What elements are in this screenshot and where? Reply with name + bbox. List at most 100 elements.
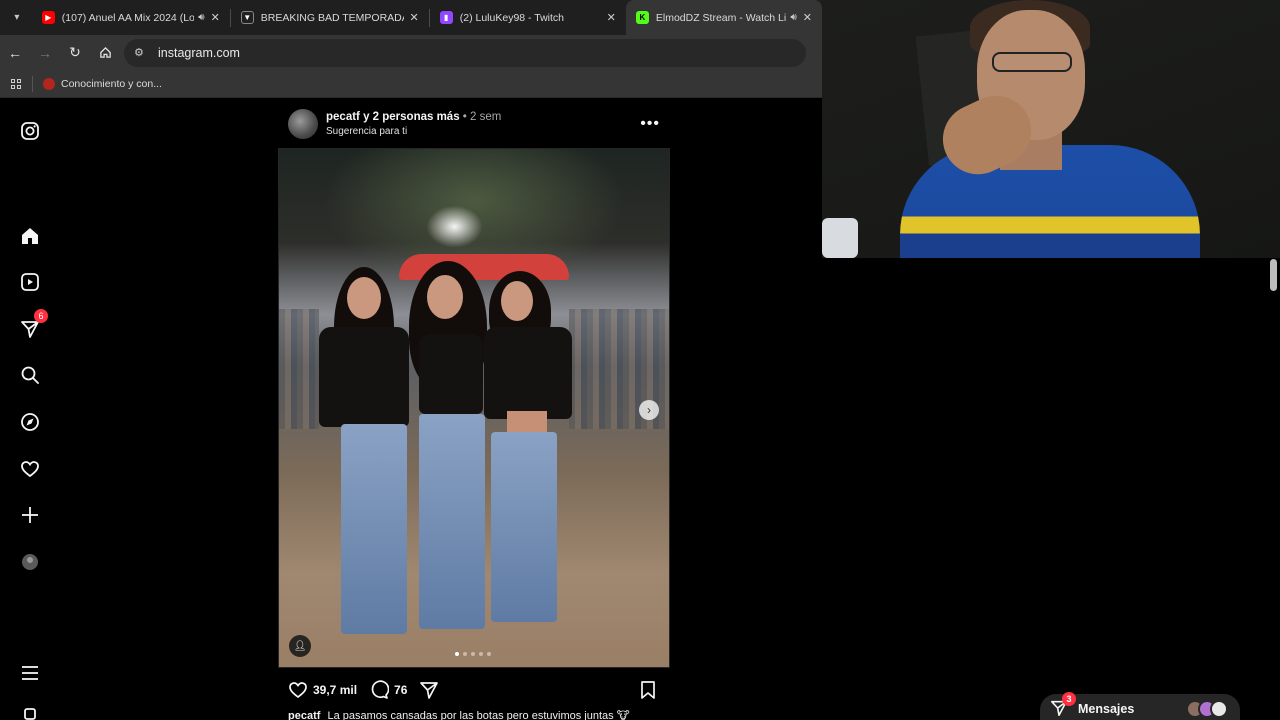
bookmarks-bar: Conocimiento y con...	[0, 70, 822, 98]
create-icon[interactable]	[18, 503, 42, 527]
tab-title: BREAKING BAD TEMPORADA 4	[260, 11, 404, 24]
caption-author[interactable]: pecatf	[288, 710, 320, 720]
reload-button[interactable]: ↻	[60, 38, 90, 68]
close-tab-icon[interactable]: ✕	[803, 11, 812, 24]
messages-icon[interactable]: 6	[18, 309, 48, 341]
person-face	[347, 277, 381, 319]
search-icon[interactable]	[18, 363, 42, 387]
avatar	[1210, 700, 1228, 718]
instagram-logo-icon[interactable]	[18, 119, 42, 143]
profile-avatar[interactable]	[18, 550, 42, 574]
post-author[interactable]: pecatf y 2 personas más • 2 sem	[326, 111, 501, 123]
bookmark-icon	[641, 681, 655, 699]
post-author-name[interactable]: pecatf y 2 personas más	[326, 111, 460, 123]
caption-text: La pasamos cansadas por las botas pero e…	[327, 710, 630, 720]
carousel-indicator	[455, 652, 491, 656]
house-icon	[99, 46, 111, 58]
carousel-dot	[487, 652, 491, 656]
post-photo[interactable]: › 👤︎	[278, 148, 670, 668]
close-tab-icon[interactable]: ✕	[607, 11, 616, 24]
carousel-next-button[interactable]: ›	[639, 400, 659, 420]
person-face	[427, 275, 463, 319]
tab-title: (107) Anuel AA Mix 2024 (Lo	[61, 11, 195, 24]
browser-tab[interactable]: ▼ BREAKING BAD TEMPORADA 4 ✕	[231, 0, 429, 35]
person-jacket	[319, 327, 409, 427]
messages-icon: 3	[1050, 691, 1076, 720]
webcam-mug	[822, 218, 858, 258]
carousel-dot	[479, 652, 483, 656]
like-count: 39,7 mil	[313, 683, 358, 697]
kick-icon: K	[635, 11, 649, 24]
person-skin	[507, 411, 547, 433]
forward-button[interactable]: →	[30, 38, 60, 68]
bookmark-link[interactable]: Conocimiento y con...	[61, 78, 162, 90]
close-tab-icon[interactable]: ✕	[410, 11, 419, 24]
browser-tab[interactable]: ▮ (2) LuluKey98 - Twitch ✕	[430, 0, 626, 35]
person-top	[419, 334, 483, 414]
notifications-icon[interactable]	[18, 457, 42, 481]
menu-icon[interactable]	[18, 661, 42, 685]
speaker-icon[interactable]: 🔊︎	[198, 12, 204, 23]
post-header: pecatf y 2 personas más • 2 sem Sugerenc…	[288, 109, 668, 141]
comment-action[interactable]: 76	[369, 680, 407, 700]
heart-icon	[289, 682, 307, 699]
comment-count: 76	[394, 683, 408, 697]
person-jeans	[419, 414, 485, 629]
like-action[interactable]: 39,7 mil	[288, 680, 357, 700]
person-jacket	[484, 327, 572, 419]
more-options-icon[interactable]: •••	[640, 115, 660, 133]
post-time: • 2 sem	[462, 111, 502, 123]
share-action[interactable]	[419, 680, 439, 700]
bookmarks-divider	[32, 75, 33, 92]
carousel-dot	[463, 652, 467, 656]
reels-icon[interactable]	[18, 270, 42, 294]
twitch-icon: ▮	[439, 11, 453, 24]
tab-strip: ▾ ▶ (107) Anuel AA Mix 2024 (Lo 🔊︎ ✕ ▼ B…	[0, 0, 822, 35]
carousel-dot	[455, 652, 459, 656]
tab-title: ElmodDZ Stream - Watch Li	[655, 11, 787, 24]
carousel-dot	[471, 652, 475, 656]
save-action[interactable]	[638, 680, 658, 703]
browser-toolbar: ← → ↻ ⚙︎ instagram.com	[0, 35, 822, 70]
apps-icon[interactable]	[0, 78, 32, 89]
home-button[interactable]	[90, 38, 120, 68]
threads-icon[interactable]	[18, 703, 42, 720]
post-author-avatar[interactable]	[288, 109, 318, 139]
tab-search-button[interactable]: ▾	[6, 7, 28, 29]
post-actions: 39,7 mil 76	[288, 679, 668, 701]
speaker-icon[interactable]: 🔊︎	[790, 12, 796, 23]
person-jeans	[491, 432, 557, 622]
person-jeans	[341, 424, 407, 634]
bookmark-favicon	[43, 77, 55, 90]
close-tab-icon[interactable]: ✕	[211, 11, 220, 24]
comment-icon	[371, 680, 390, 699]
address-bar[interactable]: ⚙︎ instagram.com	[124, 38, 806, 67]
scrollbar-thumb[interactable]	[1270, 259, 1277, 291]
explore-icon[interactable]	[18, 410, 42, 434]
site-info-icon[interactable]: ⚙︎	[134, 46, 150, 59]
webcam-overlay	[822, 0, 1280, 258]
tagged-users-icon[interactable]: 👤︎	[289, 635, 311, 657]
messages-label: Mensajes	[1078, 702, 1135, 716]
browser-tab-active[interactable]: K ElmodDZ Stream - Watch Li 🔊︎ ✕	[625, 0, 822, 35]
browser-tab[interactable]: ▶ (107) Anuel AA Mix 2024 (Lo 🔊︎ ✕	[32, 0, 230, 35]
tab-title: (2) LuluKey98 - Twitch	[459, 11, 565, 24]
home-icon[interactable]	[18, 224, 42, 248]
person-face	[501, 281, 533, 321]
post-suggestion-label: Sugerencia para ti	[326, 126, 408, 137]
messages-badge: 6	[34, 309, 48, 323]
post-caption: pecatf La pasamos cansadas por las botas…	[288, 709, 668, 720]
crowd-background	[279, 309, 319, 429]
message-avatars	[1186, 700, 1228, 718]
page-right-area	[822, 258, 1280, 720]
messages-bar-badge: 3	[1062, 691, 1076, 706]
instagram-page: 6 pecatf y 2 personas más • 2 sem Sugere…	[0, 99, 822, 720]
back-button[interactable]: ←	[0, 38, 30, 68]
nav-rail: 6	[0, 99, 60, 720]
address-text: instagram.com	[158, 45, 240, 60]
shield-icon: ▼	[240, 11, 254, 24]
messages-bar[interactable]: 3 Mensajes	[1040, 691, 1240, 720]
youtube-icon: ▶	[41, 11, 55, 24]
share-icon	[420, 682, 439, 699]
webcam-glasses	[992, 52, 1072, 72]
